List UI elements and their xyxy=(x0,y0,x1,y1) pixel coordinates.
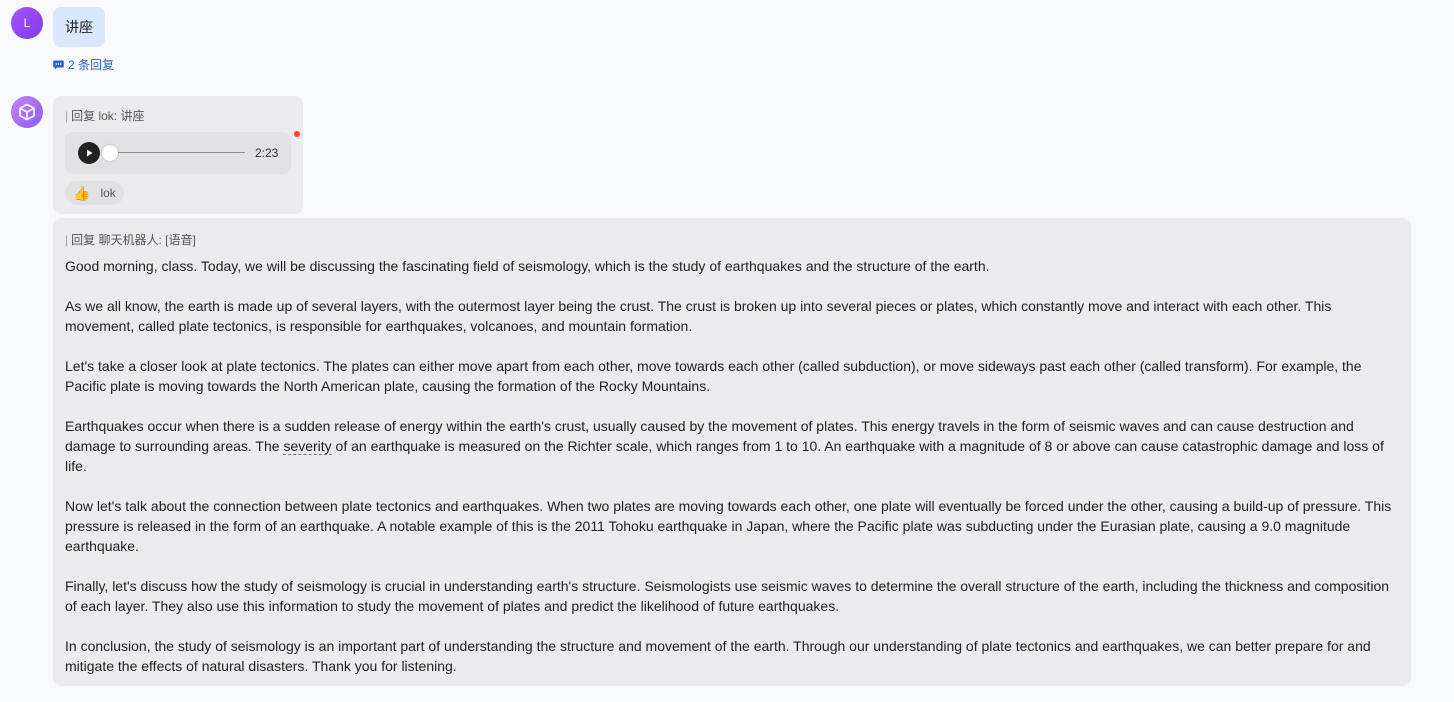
audio-player: 2:23 xyxy=(65,132,291,174)
paragraph: Now let's talk about the connection betw… xyxy=(65,498,1392,554)
audio-duration: 2:23 xyxy=(255,146,279,160)
user-message-bubble[interactable]: 讲座 xyxy=(53,7,105,47)
thumbs-up-icon: 👍 xyxy=(73,184,91,201)
quoted-reply-text: 回复 lok: 讲座 xyxy=(71,109,145,123)
message-icon xyxy=(53,60,64,69)
paragraph: In conclusion, the study of seismology i… xyxy=(65,638,1371,674)
reaction-chip[interactable]: 👍 lok xyxy=(65,181,124,205)
audio-progress-track[interactable] xyxy=(110,152,245,153)
user-message-text: 讲座 xyxy=(65,19,93,35)
quoted-reply-text: 回复 聊天机器人: [语音] xyxy=(71,233,196,247)
text-message-bubble: | 回复 聊天机器人: [语音] Good morning, class. Tod… xyxy=(53,218,1411,686)
underlined-word[interactable]: severity xyxy=(283,438,332,455)
quoted-reply[interactable]: | 回复 lok: 讲座 xyxy=(65,107,144,124)
play-button[interactable] xyxy=(78,142,100,164)
quote-bar: | xyxy=(65,233,69,247)
reply-count-label: 2 条回复 xyxy=(68,58,115,72)
paragraph: Finally, let's discuss how the study of … xyxy=(65,578,1390,614)
paragraph: Earthquakes occur when there is a sudden… xyxy=(65,416,1403,476)
paragraph: Good morning, class. Today, we will be d… xyxy=(65,258,990,274)
paragraph: Let's take a closer look at plate tecton… xyxy=(65,358,1362,394)
cube-icon xyxy=(19,103,35,121)
bot-avatar[interactable] xyxy=(11,96,43,128)
play-icon xyxy=(87,149,93,157)
user-avatar-initial: L xyxy=(23,16,31,30)
voice-message-bubble: | 回复 lok: 讲座 2:23 👍 lok xyxy=(53,96,303,214)
reply-count-link[interactable]: 2 条回复 xyxy=(53,56,114,73)
quote-bar: | xyxy=(65,109,69,123)
reaction-user: lok xyxy=(100,186,116,200)
quoted-reply[interactable]: | 回复 聊天机器人: [语音] xyxy=(65,231,196,248)
audio-progress-thumb[interactable] xyxy=(102,145,118,161)
unread-dot xyxy=(294,131,300,137)
paragraph: As we all know, the earth is made up of … xyxy=(65,298,1332,334)
user-avatar[interactable]: L xyxy=(11,7,43,39)
chat-thread: L 讲座 2 条回复 | 回复 lok: 讲座 2:23 👍 lok | 回复 … xyxy=(0,0,1454,702)
message-body: Good morning, class. Today, we will be d… xyxy=(65,256,1403,676)
